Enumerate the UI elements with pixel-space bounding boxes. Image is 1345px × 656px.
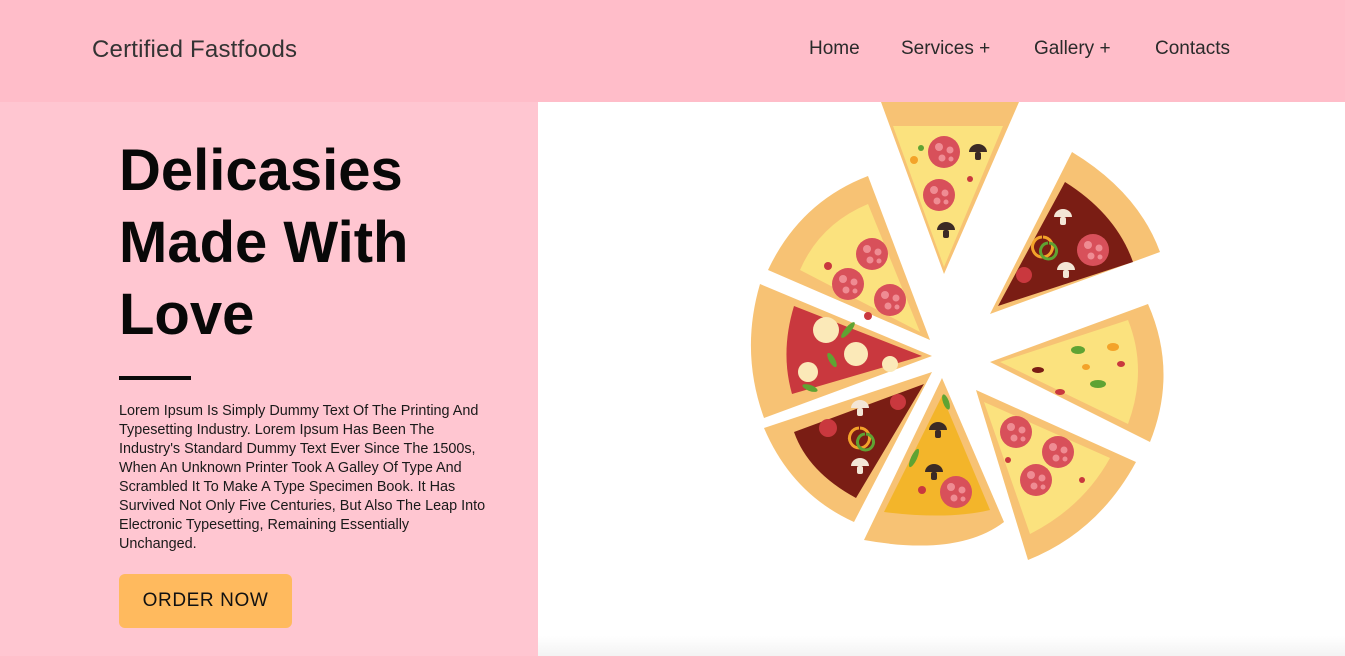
order-now-button[interactable]: ORDER NOW (119, 574, 292, 628)
hero-description: Lorem Ipsum Is Simply Dummy Text Of The … (119, 403, 486, 552)
image-bottom-shade (538, 636, 1345, 656)
nav-gallery[interactable]: Gallery + (1034, 38, 1111, 60)
hero-title-line: Love (119, 282, 255, 347)
pizza-slices-illustration (750, 102, 1164, 560)
hero-title-line: Made With (119, 210, 409, 275)
title-divider (119, 376, 191, 380)
hero-image-panel (538, 102, 1345, 656)
pizza-slice-top (881, 102, 1019, 274)
main-nav: Home Services + Gallery + Contacts (0, 38, 1345, 64)
site-header: Certified Fastfoods Home Services + Gall… (0, 0, 1345, 102)
hero-title-line: Delicasies (119, 138, 403, 203)
nav-services[interactable]: Services + (901, 38, 990, 60)
nav-home[interactable]: Home (809, 38, 860, 60)
pizza-slice-top-right (990, 152, 1160, 314)
hero-title: Delicasies Made With Love (119, 135, 499, 351)
nav-contacts[interactable]: Contacts (1155, 38, 1230, 60)
